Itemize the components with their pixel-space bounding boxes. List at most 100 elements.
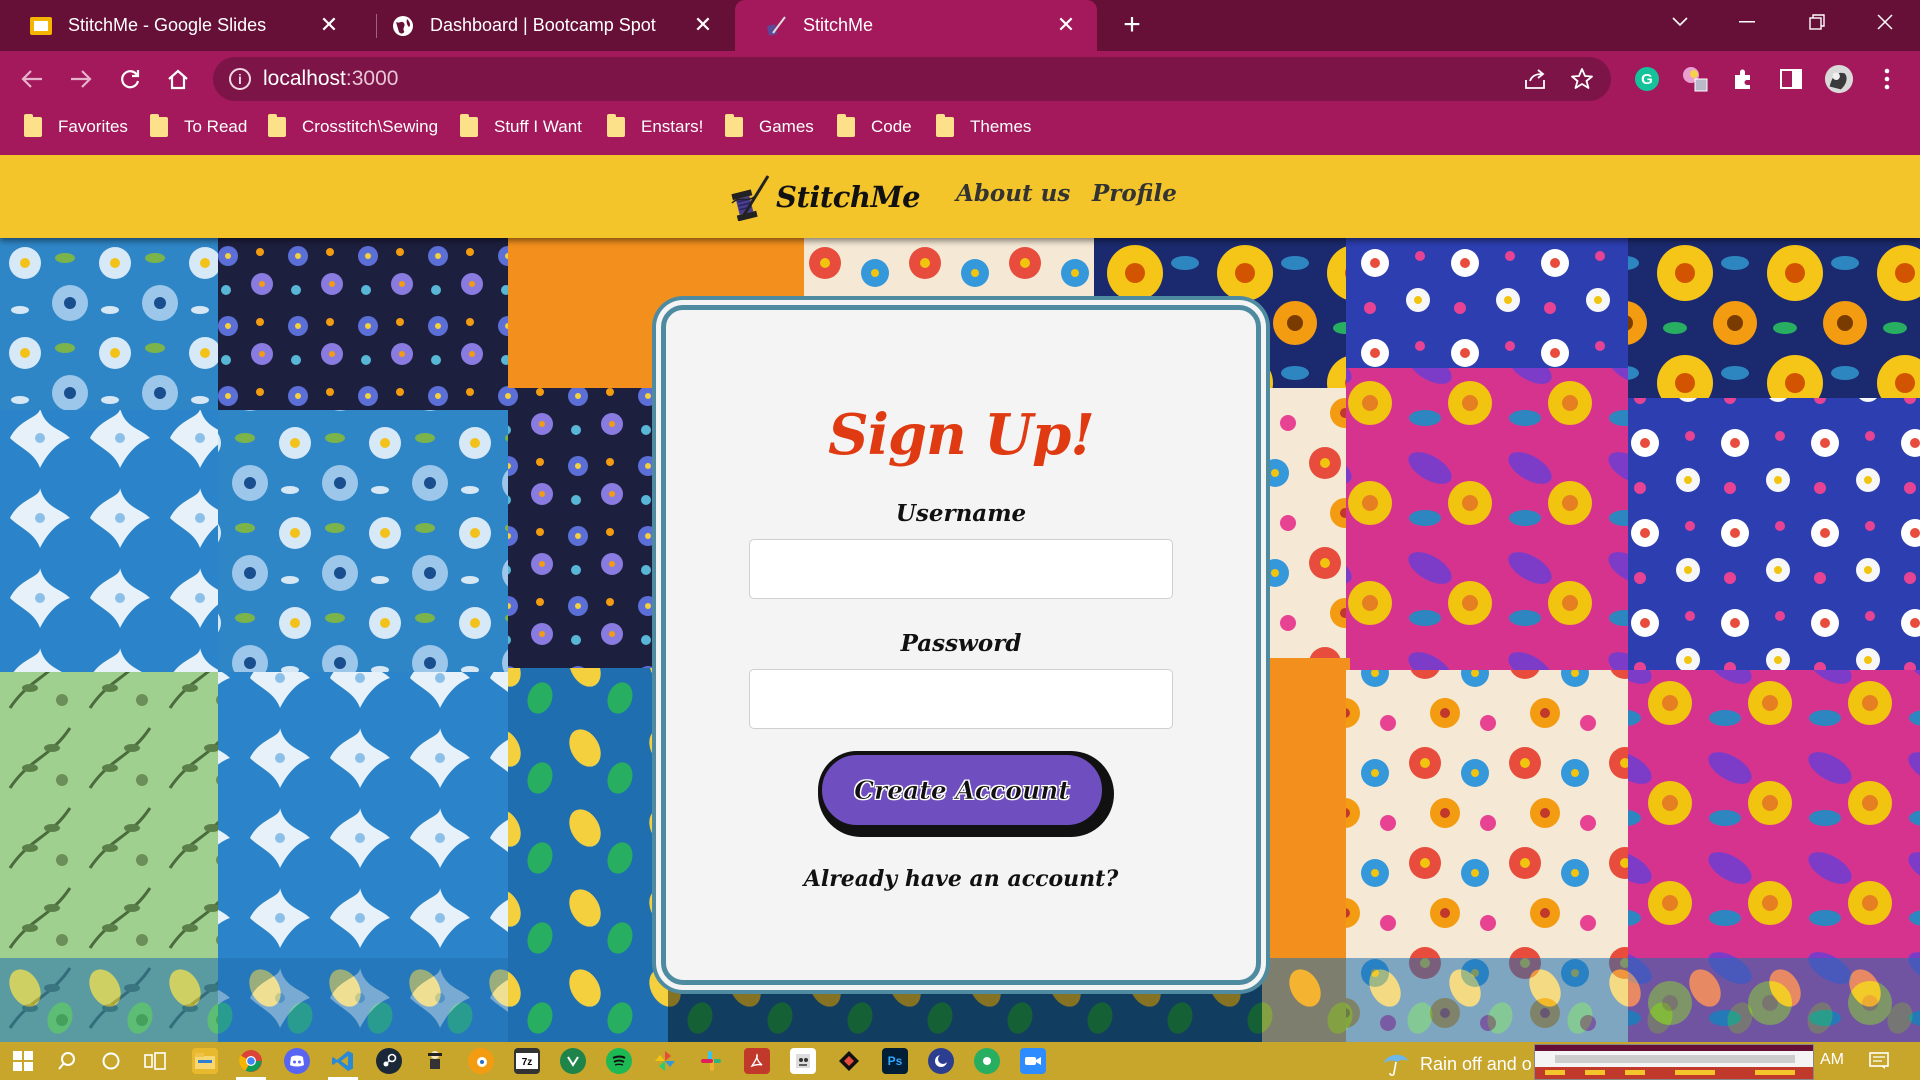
slack-icon[interactable] [698, 1048, 724, 1074]
search-icon[interactable] [54, 1048, 80, 1074]
page-viewport: StitchMe About us Profile Sign Up! Usern… [0, 155, 1920, 1042]
weather-text: Rain off and o [1420, 1053, 1532, 1074]
close-window-icon[interactable] [1850, 0, 1920, 44]
moon-app-icon[interactable] [928, 1048, 954, 1074]
umbrella-icon [1384, 1054, 1408, 1077]
tab-bootcamp-spot[interactable]: Dashboard | Bootcamp Spot ✕ [362, 0, 734, 51]
nav-profile[interactable]: Profile [1092, 180, 1177, 207]
password-input[interactable] [749, 669, 1173, 729]
address-bar[interactable]: i localhost:3000 [213, 57, 1611, 101]
folder-icon [150, 114, 168, 137]
folder-icon [936, 114, 954, 137]
folder-icon [837, 114, 855, 137]
pinwheel-app-icon[interactable] [652, 1048, 678, 1074]
weather-widget[interactable]: Rain off and o [1382, 1051, 1532, 1077]
bookmark-label: Favorites [58, 117, 128, 136]
diamond-app-icon[interactable] [836, 1048, 862, 1074]
window-preview-thumbnail[interactable] [1534, 1044, 1814, 1080]
7zip-icon[interactable]: 7z [514, 1048, 540, 1074]
username-input[interactable] [749, 539, 1173, 599]
close-tab-icon[interactable]: ✕ [318, 14, 340, 36]
bookmark-folder-games[interactable]: Games [725, 107, 814, 147]
create-account-label: Create Account [854, 775, 1070, 805]
grammarly-icon[interactable]: G [1632, 64, 1662, 94]
vscode-icon[interactable] [330, 1048, 356, 1074]
thumbnail-preview-graphic [1535, 1045, 1813, 1079]
stitchme-favicon [765, 15, 787, 37]
minimize-icon[interactable] [1712, 0, 1782, 44]
green-app-icon[interactable] [974, 1048, 1000, 1074]
clock-text: AM [1820, 1051, 1844, 1068]
bookmark-folder-to-read[interactable]: To Read [150, 107, 247, 147]
site-info-icon[interactable]: i [229, 68, 251, 90]
bookmark-folder-crosstitch-sewing[interactable]: Crosstitch\Sewing [268, 107, 438, 147]
bookmark-label: Code [871, 117, 912, 136]
zoom-icon[interactable] [1020, 1048, 1046, 1074]
acrobat-icon[interactable] [744, 1048, 770, 1074]
bookmark-folder-code[interactable]: Code [837, 107, 912, 147]
folder-icon [607, 114, 625, 137]
svg-text:7z: 7z [522, 1057, 533, 1068]
tab-search-icon[interactable] [1645, 0, 1715, 44]
close-tab-icon[interactable]: ✕ [692, 14, 714, 36]
browser-toolbar: i localhost:3000 G [0, 51, 1920, 107]
restore-icon[interactable] [1782, 0, 1852, 44]
folder-icon [725, 114, 743, 137]
cortana-icon[interactable] [98, 1048, 124, 1074]
bookmark-folder-themes[interactable]: Themes [936, 107, 1031, 147]
password-label: Password [900, 630, 1022, 657]
spotify-icon[interactable] [606, 1048, 632, 1074]
chrome-icon[interactable] [238, 1048, 264, 1074]
game-character-icon[interactable] [422, 1048, 448, 1074]
svg-text:G: G [1641, 71, 1653, 88]
game-app-icon[interactable] [790, 1048, 816, 1074]
profile-avatar[interactable] [1824, 64, 1854, 94]
greenshot-icon[interactable] [560, 1048, 586, 1074]
bookmark-folder-stuff-i-want[interactable]: Stuff I Want [460, 107, 582, 147]
menu-kebab-icon[interactable] [1872, 64, 1902, 94]
color-picker-extension-icon[interactable] [1680, 64, 1710, 94]
bookmark-star-icon[interactable] [1570, 67, 1594, 91]
forward-icon[interactable] [63, 61, 99, 97]
bookmark-label: To Read [184, 117, 248, 136]
side-panel-icon[interactable] [1776, 64, 1806, 94]
notifications-icon[interactable] [1866, 1048, 1892, 1074]
brand-logo[interactable]: StitchMe [728, 173, 921, 221]
task-view-icon[interactable] [142, 1048, 168, 1074]
login-link[interactable]: Already have an account? [666, 866, 1256, 892]
tab-stitchme[interactable]: StitchMe ✕ [735, 0, 1097, 51]
tab-google-slides[interactable]: StitchMe - Google Slides ✕ [0, 0, 360, 51]
site-header: StitchMe About us Profile [0, 155, 1920, 238]
windows-start-icon[interactable] [10, 1048, 36, 1074]
tab-title: StitchMe - Google Slides [68, 15, 267, 35]
file-explorer-icon[interactable] [192, 1048, 218, 1074]
nav-about-us[interactable]: About us [956, 180, 1070, 207]
bookmark-label: Games [759, 117, 814, 136]
bookmarks-bar: Favorites To Read Crosstitch\Sewing Stuf… [0, 107, 1920, 155]
signup-card: Sign Up! Username Password Create Accoun… [661, 305, 1261, 985]
new-tab-button[interactable]: + [1116, 9, 1148, 41]
blender-like-icon[interactable] [468, 1048, 494, 1074]
reload-icon[interactable] [112, 61, 148, 97]
tab-title: StitchMe [803, 15, 874, 35]
url-text: localhost:3000 [263, 67, 399, 90]
home-icon[interactable] [160, 61, 196, 97]
google-slides-icon [30, 15, 52, 37]
close-tab-icon[interactable]: ✕ [1055, 14, 1077, 36]
steam-icon[interactable] [376, 1048, 402, 1074]
windows-taskbar: 7z Ps Rain off and o AM [0, 1042, 1920, 1080]
bookmark-label: Themes [970, 117, 1032, 136]
tab-strip: StitchMe - Google Slides ✕ Dashboard | B… [0, 0, 1920, 51]
photoshop-icon[interactable]: Ps [882, 1048, 908, 1074]
bookmark-folder-favorites[interactable]: Favorites [24, 107, 128, 147]
extensions-puzzle-icon[interactable] [1728, 64, 1758, 94]
folder-icon [460, 114, 478, 137]
bookmark-label: Crosstitch\Sewing [302, 117, 439, 136]
tab-title: Dashboard | Bootcamp Spot [430, 15, 656, 35]
back-icon[interactable] [14, 61, 50, 97]
bookmark-folder-enstars[interactable]: Enstars! [607, 107, 703, 147]
discord-icon[interactable] [284, 1048, 310, 1074]
bookmark-label: Stuff I Want [494, 117, 582, 136]
share-icon[interactable] [1524, 67, 1548, 91]
create-account-button[interactable]: Create Account [818, 751, 1114, 837]
